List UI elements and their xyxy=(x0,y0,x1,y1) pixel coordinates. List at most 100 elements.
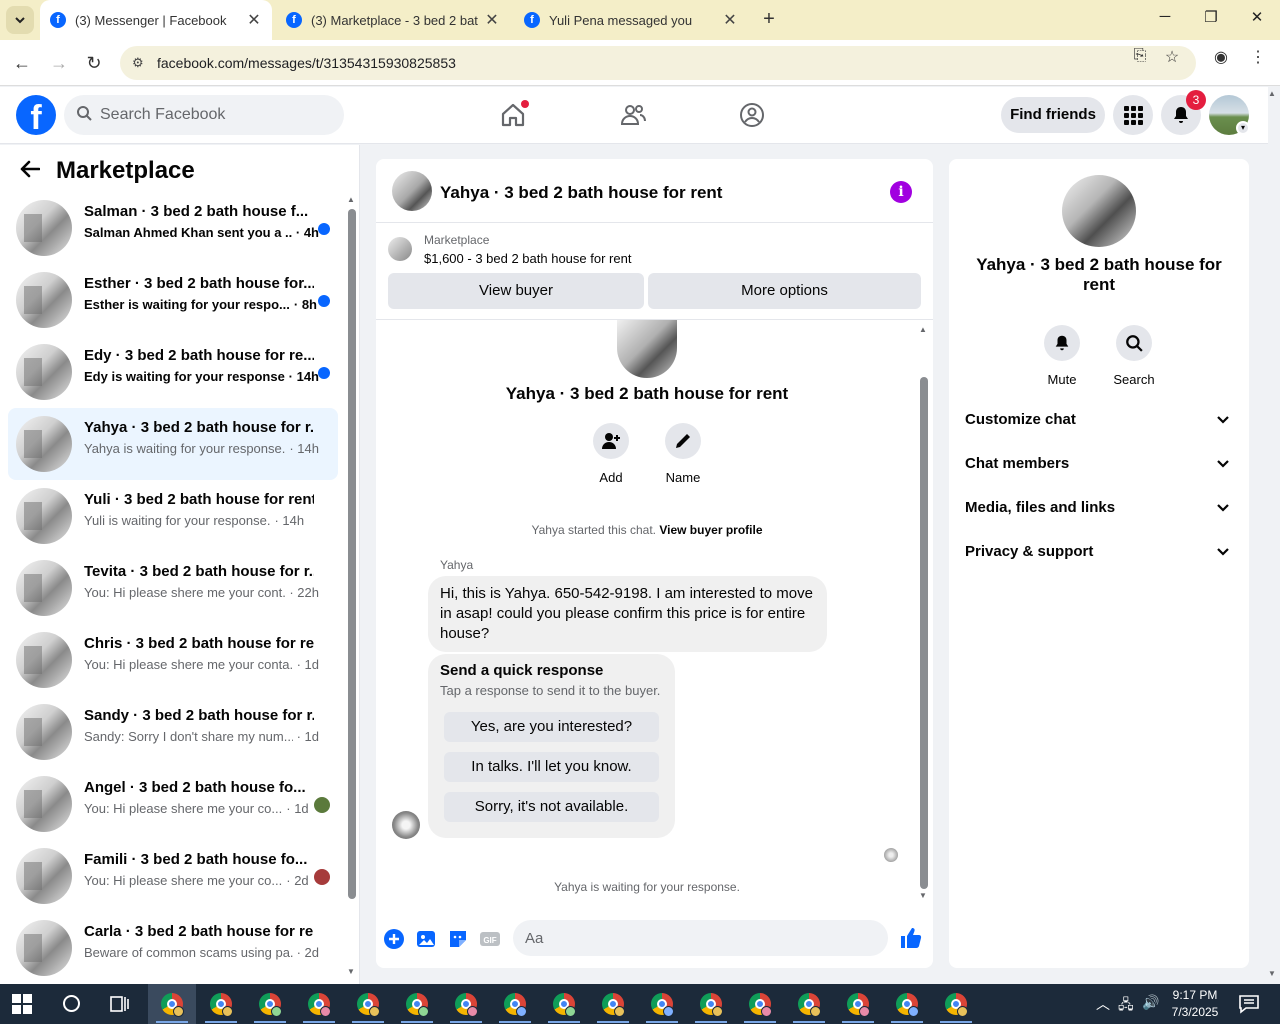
conversation-item[interactable]: Tevita · 3 bed 2 bath house for r... You:… xyxy=(8,552,338,624)
scroll-down-icon[interactable]: ▼ xyxy=(347,967,355,976)
thumbs-up-icon[interactable] xyxy=(899,926,923,950)
photo-icon[interactable] xyxy=(415,928,437,950)
volume-icon[interactable]: 🔊 xyxy=(1142,994,1159,1011)
customize-chat-section[interactable]: Customize chat xyxy=(965,403,1233,439)
forward-button[interactable]: → xyxy=(47,51,71,75)
chat-avatar[interactable] xyxy=(392,171,432,211)
taskbar-clock[interactable]: 9:17 PM 7/3/2025 xyxy=(1160,987,1230,1021)
menu-grid-button[interactable] xyxy=(1113,95,1153,135)
view-buyer-button[interactable]: View buyer xyxy=(388,273,644,309)
friends-icon[interactable] xyxy=(619,101,647,129)
conversation-item[interactable]: Famili · 3 bed 2 bath house fo... You: Hi… xyxy=(8,840,338,912)
menu-icon[interactable]: ⋮ xyxy=(1247,47,1269,69)
tab-search-button[interactable] xyxy=(6,6,34,34)
mute-button[interactable]: Mute xyxy=(1032,325,1092,387)
gif-icon[interactable]: GIF xyxy=(479,928,501,950)
quick-response-button[interactable]: Yes, are you interested? xyxy=(444,712,659,742)
scrollbar-thumb[interactable] xyxy=(348,209,356,899)
message-input[interactable] xyxy=(525,928,845,948)
chat-members-section[interactable]: Chat members xyxy=(965,447,1233,483)
scroll-down-icon[interactable]: ▼ xyxy=(1268,969,1276,978)
profile-icon[interactable]: ◉ xyxy=(1210,47,1232,69)
address-bar[interactable]: ⚙ facebook.com/messages/t/31354315930825… xyxy=(120,46,1196,80)
search-facebook-input[interactable]: Search Facebook xyxy=(64,95,344,135)
more-options-button[interactable]: More options xyxy=(648,273,921,309)
chat-title[interactable]: Yahya · 3 bed 2 bath house for rent xyxy=(440,183,722,203)
conversation-item[interactable]: Edy · 3 bed 2 bath house for re... Edy is… xyxy=(8,336,338,408)
info-icon[interactable]: i xyxy=(890,181,912,203)
privacy-support-section[interactable]: Privacy & support xyxy=(965,535,1233,571)
conversation-item[interactable]: Yahya · 3 bed 2 bath house for r... Yahya… xyxy=(8,408,338,480)
quick-response-button[interactable]: In talks. I'll let you know. xyxy=(444,752,659,782)
message-bubble[interactable]: Hi, this is Yahya. 650-542-9198. I am in… xyxy=(428,576,827,652)
chrome-taskbar-icon[interactable] xyxy=(785,984,833,1024)
plus-circle-icon[interactable] xyxy=(383,928,405,950)
name-button[interactable]: Name xyxy=(653,423,713,485)
chrome-taskbar-icon[interactable] xyxy=(344,984,392,1024)
chat-scrollbar[interactable]: ▲ ▼ xyxy=(918,325,930,901)
chrome-taskbar-icon[interactable] xyxy=(295,984,343,1024)
scroll-up-icon[interactable]: ▲ xyxy=(1268,89,1276,98)
quick-response-button[interactable]: Sorry, it's not available. xyxy=(444,792,659,822)
task-view-icon[interactable] xyxy=(110,994,130,1014)
sender-avatar[interactable] xyxy=(392,811,420,839)
view-buyer-profile-link[interactable]: View buyer profile xyxy=(659,523,762,537)
restore-button[interactable]: ❐ xyxy=(1196,8,1226,32)
chrome-taskbar-icon[interactable] xyxy=(932,984,980,1024)
close-tab-icon[interactable]: ✕ xyxy=(484,10,500,30)
scroll-up-icon[interactable]: ▲ xyxy=(347,195,355,204)
search-circle-icon[interactable] xyxy=(63,995,80,1012)
back-arrow-icon[interactable] xyxy=(20,158,46,184)
chrome-taskbar-icon[interactable] xyxy=(883,984,931,1024)
chrome-taskbar-icon[interactable] xyxy=(687,984,735,1024)
search-conversation-button[interactable]: Search xyxy=(1104,325,1164,387)
bookmark-star-icon[interactable]: ☆ xyxy=(1161,47,1183,69)
conversation-item[interactable]: Yuli · 3 bed 2 bath house for rent Yuli i… xyxy=(8,480,338,552)
close-window-button[interactable]: ✕ xyxy=(1242,8,1272,32)
windows-start-icon[interactable] xyxy=(12,994,32,1014)
chrome-taskbar-icon[interactable] xyxy=(540,984,588,1024)
notification-center-icon[interactable] xyxy=(1238,994,1260,1014)
browser-tab-messenger[interactable]: f (3) Messenger | Facebook ✕ xyxy=(40,0,272,40)
chrome-taskbar-icon[interactable] xyxy=(148,984,196,1024)
sticker-icon[interactable] xyxy=(447,928,469,950)
conversation-item[interactable]: Sandy · 3 bed 2 bath house for r... Sandy… xyxy=(8,696,338,768)
chrome-taskbar-icon[interactable] xyxy=(393,984,441,1024)
chrome-taskbar-icon[interactable] xyxy=(491,984,539,1024)
close-tab-icon[interactable]: ✕ xyxy=(246,10,262,30)
find-friends-button[interactable]: Find friends xyxy=(1001,97,1105,133)
sidebar-scrollbar[interactable]: ▲ ▼ xyxy=(346,195,356,976)
listing-thumbnail[interactable] xyxy=(388,237,412,261)
page-scrollbar[interactable]: ▲ ▼ xyxy=(1266,87,1280,984)
chevron-down-icon[interactable]: ▾ xyxy=(1236,121,1250,135)
conversation-item[interactable]: Angel · 3 bed 2 bath house fo... You: Hi … xyxy=(8,768,338,840)
chrome-taskbar-icon[interactable] xyxy=(589,984,637,1024)
chevron-up-icon[interactable]: ︿ xyxy=(1096,994,1110,1014)
media-files-links-section[interactable]: Media, files and links xyxy=(965,491,1233,527)
scrollbar-thumb[interactable] xyxy=(920,377,928,889)
scroll-up-icon[interactable]: ▲ xyxy=(919,325,927,334)
conversation-item[interactable]: Carla · 3 bed 2 bath house for rent Bewar… xyxy=(8,912,338,984)
conversation-item[interactable]: Salman · 3 bed 2 bath house f... Salman A… xyxy=(8,192,338,264)
add-button[interactable]: Add xyxy=(581,423,641,485)
chrome-taskbar-icon[interactable] xyxy=(638,984,686,1024)
details-avatar[interactable] xyxy=(1062,175,1136,247)
install-app-icon[interactable]: ⎘ xyxy=(1129,47,1151,69)
conversation-item[interactable]: Esther · 3 bed 2 bath house for... Esther… xyxy=(8,264,338,336)
minimize-button[interactable]: ─ xyxy=(1150,8,1180,32)
chrome-taskbar-icon[interactable] xyxy=(442,984,490,1024)
chrome-taskbar-icon[interactable] xyxy=(736,984,784,1024)
chrome-taskbar-icon[interactable] xyxy=(834,984,882,1024)
groups-icon[interactable] xyxy=(738,101,766,129)
browser-tab-marketplace[interactable]: f (3) Marketplace - 3 bed 2 bath house ✕ xyxy=(276,0,510,40)
site-settings-icon[interactable]: ⚙ xyxy=(132,55,148,71)
chrome-taskbar-icon[interactable] xyxy=(197,984,245,1024)
browser-tab-yuli[interactable]: f Yuli Pena messaged you ✕ xyxy=(514,0,748,40)
scroll-down-icon[interactable]: ▼ xyxy=(919,891,927,900)
new-tab-button[interactable]: + xyxy=(758,8,780,30)
reload-button[interactable]: ↻ xyxy=(82,51,106,75)
conversation-item[interactable]: Chris · 3 bed 2 bath house for rent You: … xyxy=(8,624,338,696)
close-tab-icon[interactable]: ✕ xyxy=(722,10,738,30)
chrome-taskbar-icon[interactable] xyxy=(246,984,294,1024)
back-button[interactable]: ← xyxy=(10,51,34,75)
